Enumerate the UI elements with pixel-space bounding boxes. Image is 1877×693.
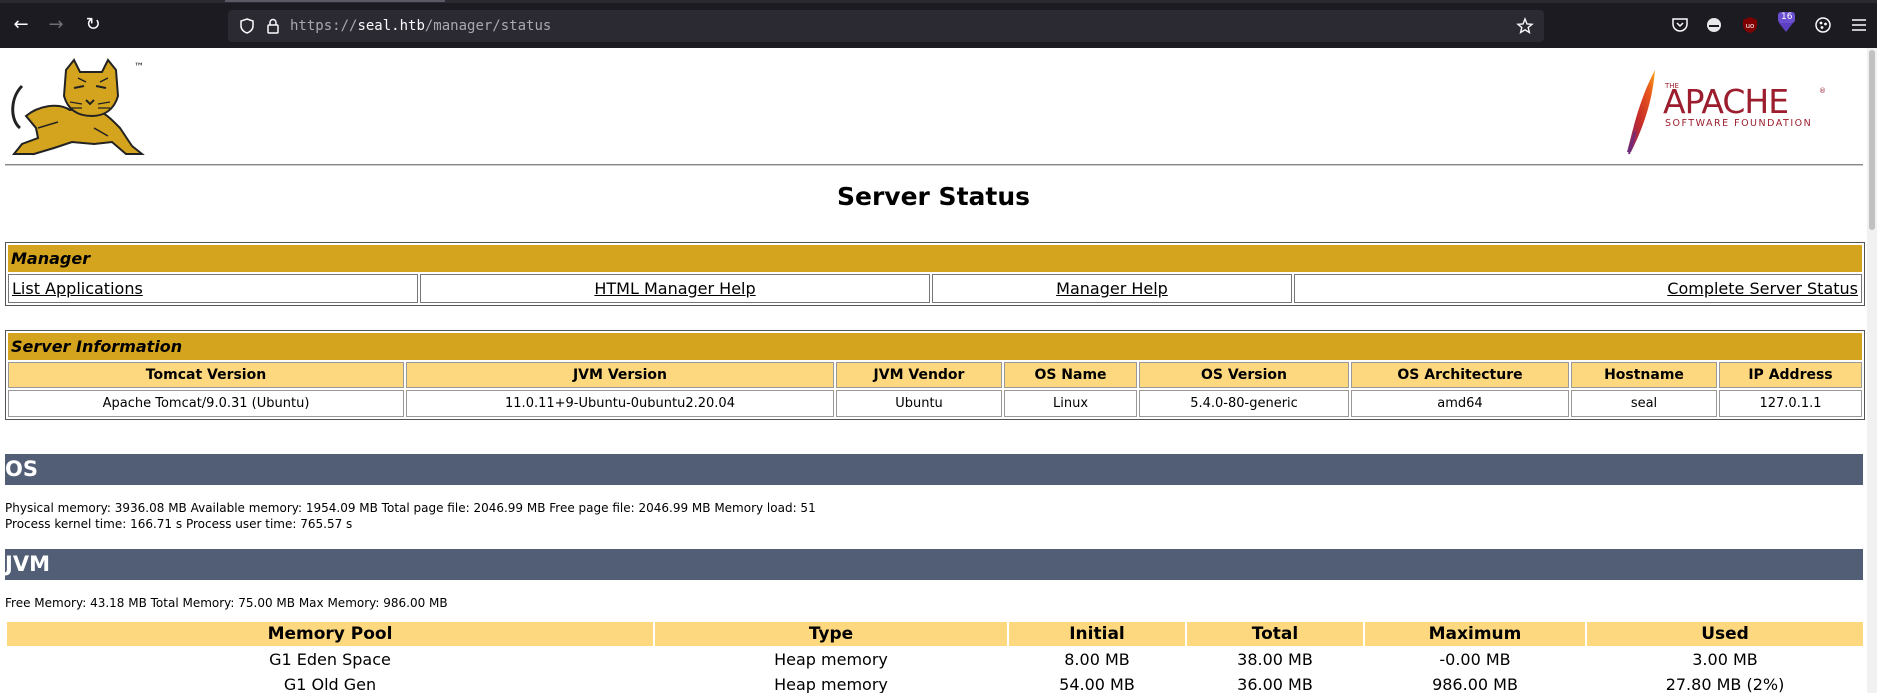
url-text[interactable]: https://seal.htb/manager/status [290,16,551,36]
manager-link-cell: List Applications [8,274,418,303]
apache-logo[interactable]: THE APACHE ® SOFTWARE FOUNDATION [1615,60,1831,156]
hostname-value: seal [1571,390,1717,417]
lock-icon[interactable] [264,17,282,35]
address-bar[interactable]: https://seal.htb/manager/status [228,10,1544,42]
os-process-info: Process kernel time: 166.71 s Process us… [5,517,353,531]
header-divider [5,164,1863,166]
url-path: /manager/status [424,18,552,34]
manager-heading: Manager [8,245,1862,272]
column-header: Type [655,622,1007,646]
memory-pool-cell: G1 Eden Space [269,650,391,669]
table-row: G1 Eden Space Heap memory 8.00 MB 38.00 … [7,648,1863,671]
trademark-symbol: ™ [134,62,144,73]
type-cell: Heap memory [774,650,888,669]
type-cell: Heap memory [774,675,888,693]
active-tab-indicator[interactable] [225,0,445,2]
maximum-cell: -0.00 MB [1439,650,1511,669]
os-version-value: 5.4.0-80-generic [1139,390,1349,417]
apache-subtitle-text: SOFTWARE FOUNDATION [1665,118,1812,129]
column-header: Total [1187,622,1363,646]
maximum-cell: 986.00 MB [1432,675,1518,693]
forward-icon[interactable]: → [45,14,67,36]
manager-table: Manager List Applications HTML Manager H… [5,242,1865,306]
table-row: G1 Old Gen Heap memory 54.00 MB 36.00 MB… [7,673,1863,693]
url-scheme: https:// [290,18,358,34]
jvm-vendor-value: Ubuntu [836,390,1002,417]
column-header: Initial [1009,622,1185,646]
column-header: OS Name [1004,362,1137,388]
shield-icon[interactable] [238,17,256,35]
extension-badge: 16 [1778,12,1796,23]
os-memory-info: Physical memory: 3936.08 MB Available me… [5,501,816,515]
total-cell: 36.00 MB [1237,675,1313,693]
page-scrollbar[interactable] [1867,48,1877,693]
reload-icon[interactable]: ↻ [82,14,104,36]
html-manager-help-link[interactable]: HTML Manager Help [594,279,755,298]
memory-pool-table: Memory Pool Type Initial Total Maximum U… [5,620,1865,693]
page-content: ™ THE APACHE ® SOFTWARE FOUNDATION Serve… [0,48,1867,693]
apache-name-text: APACHE [1663,82,1788,121]
url-host: seal.htb [357,18,425,34]
manager-link-cell: HTML Manager Help [420,274,930,303]
jvm-version-value: 11.0.11+9-Ubuntu-0ubuntu2.20.04 [406,390,834,417]
extension-icon[interactable] [1704,15,1724,35]
column-header: JVM Vendor [836,362,1002,388]
manager-link-cell: Manager Help [932,274,1292,303]
column-header: Maximum [1365,622,1585,646]
svg-text:uo: uo [1746,22,1755,30]
column-header: OS Version [1139,362,1349,388]
ip-address-value: 127.0.1.1 [1719,390,1862,417]
bookmark-star-icon[interactable] [1516,17,1534,35]
table-row: Apache Tomcat/9.0.31 (Ubuntu) 11.0.11+9-… [8,390,1862,417]
initial-cell: 54.00 MB [1059,675,1135,693]
initial-cell: 8.00 MB [1064,650,1130,669]
manager-link-cell: Complete Server Status [1294,274,1862,303]
complete-server-status-link[interactable]: Complete Server Status [1667,279,1858,298]
column-header: OS Architecture [1351,362,1569,388]
menu-icon[interactable] [1849,15,1869,35]
os-name-value: Linux [1004,390,1137,417]
os-architecture-value: amd64 [1351,390,1569,417]
back-icon[interactable]: ← [10,14,32,36]
browser-toolbar: ← → ↻ https://seal.htb/manager/status uo… [0,0,1877,48]
server-information-table: Server Information Tomcat Version JVM Ve… [5,330,1865,420]
column-header: JVM Version [406,362,834,388]
column-header: Hostname [1571,362,1717,388]
os-heading: OS [5,454,1863,485]
total-cell: 38.00 MB [1237,650,1313,669]
column-header: Used [1587,622,1863,646]
ublock-icon[interactable]: uo [1740,15,1760,35]
used-cell: 27.80 MB (2%) [1665,675,1785,693]
used-cell: 3.00 MB [1692,650,1758,669]
column-header: Tomcat Version [8,362,404,388]
server-information-heading: Server Information [8,333,1862,360]
tomcat-version-value: Apache Tomcat/9.0.31 (Ubuntu) [8,390,404,417]
scrollbar-thumb[interactable] [1869,50,1875,230]
pocket-icon[interactable] [1670,15,1690,35]
column-header: Memory Pool [7,622,653,646]
column-header: IP Address [1719,362,1862,388]
wappalyzer-icon[interactable] [1813,15,1833,35]
page-title: Server Status [836,182,1031,211]
manager-help-link[interactable]: Manager Help [1056,279,1168,298]
tomcat-logo[interactable]: ™ [8,58,153,164]
registered-symbol: ® [1819,87,1826,95]
jvm-heading: JVM [5,549,1863,580]
memory-pool-cell: G1 Old Gen [283,675,377,693]
list-applications-link[interactable]: List Applications [12,279,143,298]
jvm-memory-info: Free Memory: 43.18 MB Total Memory: 75.0… [5,596,448,610]
